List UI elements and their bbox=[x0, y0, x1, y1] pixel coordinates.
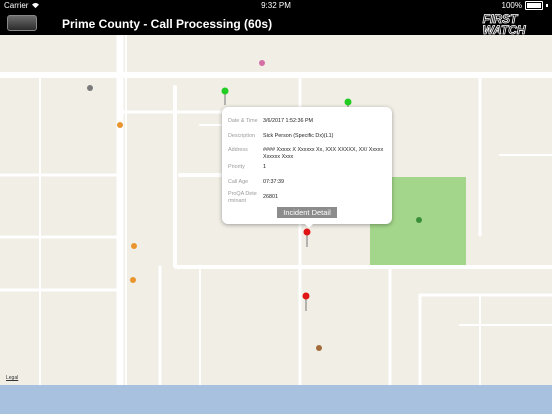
poi-icon-school bbox=[316, 345, 322, 351]
green-pin-1[interactable] bbox=[221, 87, 229, 106]
poi-icon-gray bbox=[87, 85, 93, 91]
address-label: Address bbox=[228, 147, 248, 153]
legal-link[interactable]: Legal bbox=[6, 375, 18, 381]
poi-icon-pink bbox=[259, 60, 265, 66]
date-time-label: Date & Time bbox=[228, 118, 258, 124]
poi-icon-orange-3 bbox=[130, 277, 136, 283]
park-icon bbox=[416, 217, 422, 223]
proqa-label: ProQA Dete rminant bbox=[228, 191, 257, 204]
call-age-value: 07:37:39 bbox=[263, 179, 284, 185]
proqa-value: 26801 bbox=[263, 194, 278, 200]
battery-icon bbox=[525, 1, 543, 10]
address-row: Address #### Xxxxx X Xxxxxx Xx, XXX XXXX… bbox=[228, 147, 386, 161]
status-bar: Carrier 9:32 PM 100% bbox=[0, 0, 552, 12]
battery-tip bbox=[546, 4, 548, 7]
menu-button[interactable] bbox=[7, 15, 37, 31]
call-age-label: Call Age bbox=[228, 179, 249, 185]
red-pin-2[interactable] bbox=[302, 292, 310, 312]
incident-detail-button[interactable]: Incident Detail bbox=[277, 207, 337, 218]
description-value: Sick Person (Specific Dx)(L1) bbox=[263, 133, 334, 139]
battery-status: 100% bbox=[502, 1, 548, 10]
logo-line2: WATCH bbox=[482, 23, 525, 35]
bottom-bar bbox=[0, 385, 552, 414]
description-row: Description Sick Person (Specific Dx)(L1… bbox=[228, 133, 386, 140]
clock: 9:32 PM bbox=[261, 1, 291, 10]
priority-label: Priority bbox=[228, 164, 245, 170]
description-label: Description bbox=[228, 133, 255, 139]
priority-row: Priority 1 bbox=[228, 164, 386, 171]
popup-pointer bbox=[304, 223, 314, 228]
page-title: Prime County - Call Processing (60s) bbox=[62, 17, 273, 31]
priority-value: 1 bbox=[263, 164, 266, 170]
nav-bar: Prime County - Call Processing (60s) FIR… bbox=[0, 12, 552, 35]
date-time-row: Date & Time 3/6/2017 1:52:36 PM bbox=[228, 118, 386, 125]
proqa-row: ProQA Dete rminant 26801 bbox=[228, 191, 386, 205]
poi-icon-orange-2 bbox=[131, 243, 137, 249]
call-age-row: Call Age 07:37:39 bbox=[228, 179, 386, 186]
incident-popup: Date & Time 3/6/2017 1:52:36 PM Descript… bbox=[222, 107, 392, 228]
poi-icon-orange-1 bbox=[117, 122, 123, 128]
battery-percent: 100% bbox=[501, 1, 522, 10]
red-pin-1[interactable] bbox=[303, 228, 311, 248]
address-value: #### Xxxxx X Xxxxxx Xx, XXX XXXXX, XX/ X… bbox=[263, 147, 384, 160]
firstwatch-logo: FIRST WATCH bbox=[482, 12, 526, 35]
date-time-value: 3/6/2017 1:52:36 PM bbox=[263, 118, 314, 124]
